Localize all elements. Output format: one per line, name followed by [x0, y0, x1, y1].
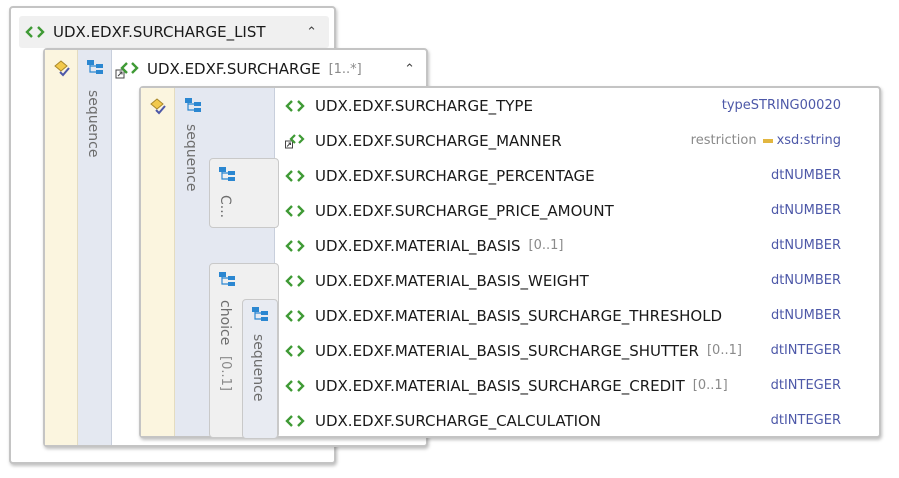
collapse-icon[interactable]: ⌃: [404, 62, 415, 77]
element-icon: [285, 169, 305, 182]
element-name: UDX.EDXF.SURCHARGE_MANNER: [315, 131, 562, 150]
element-icon: [285, 204, 305, 217]
element-name: UDX.EDXF.MATERIAL_BASIS_SURCHARGE_CREDIT: [315, 376, 685, 395]
element-name: UDX.EDXF.MATERIAL_BASIS: [315, 236, 521, 255]
attributes-icon: [54, 60, 70, 77]
element-name: UDX.EDXF.MATERIAL_BASIS_SURCHARGE_THRESH…: [315, 306, 723, 325]
element-row[interactable]: UDX.EDXF.SURCHARGE_TYPE typeSTRING00020: [277, 88, 879, 123]
element-list: UDX.EDXF.SURCHARGE_TYPE typeSTRING00020 UD…: [277, 88, 879, 436]
collapse-icon[interactable]: ⌃: [306, 25, 317, 40]
element-multiplicity: [0..1]: [706, 343, 742, 358]
element-type: dtNUMBER: [771, 238, 841, 253]
element-type: dtNUMBER: [771, 273, 841, 288]
element-name: UDX.EDXF.MATERIAL_BASIS_SURCHARGE_SHUTTE…: [315, 341, 699, 360]
sequence-column-inner: sequence C... choice [0..1] sequence: [175, 88, 279, 439]
element-icon: [285, 344, 305, 357]
choice-box[interactable]: choice [0..1] sequence: [209, 263, 279, 439]
sequence-column: sequence: [78, 50, 112, 445]
element-name: UDX.EDXF.MATERIAL_BASIS_WEIGHT: [315, 271, 589, 290]
surcharge-header[interactable]: UDX.EDXF.SURCHARGE [1..*] ⌃: [115, 54, 423, 84]
sequence-icon: [252, 307, 268, 321]
type-name: dtINTEGER: [770, 413, 841, 428]
element-icon: [285, 379, 305, 392]
element-row[interactable]: UDX.EDXF.MATERIAL_BASIS [0..1] dtNUMBER: [277, 228, 879, 263]
element-icon: [285, 99, 305, 112]
choice-icon: [219, 167, 235, 181]
element-type: restriction xsd:string: [691, 133, 841, 148]
choice-abbrev-label: C...: [217, 195, 233, 219]
element-name: UDX.EDXF.SURCHARGE_TYPE: [315, 96, 533, 115]
element-type: dtINTEGER: [771, 343, 841, 358]
type-name: dtNUMBER: [771, 203, 841, 218]
restriction-element-icon: [285, 133, 305, 148]
element-row[interactable]: UDX.EDXF.MATERIAL_BASIS_SURCHARGE_SHUTTE…: [277, 333, 879, 368]
sequence-label: sequence: [85, 90, 101, 158]
type-prefix: restriction: [690, 133, 757, 148]
choice-text: choice: [217, 300, 233, 346]
element-type: typeSTRING00020: [722, 98, 841, 113]
element-name: UDX.EDXF.SURCHARGE_PRICE_AMOUNT: [315, 201, 614, 220]
surcharge-list-title: UDX.EDXF.SURCHARGE_LIST: [53, 23, 266, 41]
surcharge-title: UDX.EDXF.SURCHARGE: [147, 60, 321, 78]
element-icon: [285, 239, 305, 252]
choice-sequence-box[interactable]: sequence: [242, 299, 278, 439]
element-type: dtNUMBER: [771, 308, 841, 323]
element-row[interactable]: UDX.EDXF.SURCHARGE_PRICE_AMOUNT dtNUMBER: [277, 193, 879, 228]
element-multiplicity: [0..1]: [692, 378, 728, 393]
attributes-column-inner: [141, 88, 175, 436]
element-row[interactable]: UDX.EDXF.MATERIAL_BASIS_WEIGHT dtNUMBER: [277, 263, 879, 298]
collapsed-choice-box[interactable]: C...: [209, 158, 279, 228]
restriction-marker-icon: [762, 138, 773, 143]
element-icon: [285, 414, 305, 427]
type-name: dtNUMBER: [771, 168, 841, 183]
element-type: dtNUMBER: [771, 203, 841, 218]
element-icon: [285, 274, 305, 287]
element-icon: [25, 26, 45, 38]
attributes-column: [45, 50, 78, 445]
element-row[interactable]: UDX.EDXF.SURCHARGE_MANNER restriction xsd:…: [277, 123, 879, 158]
element-type: dtNUMBER: [771, 168, 841, 183]
attributes-icon: [150, 98, 166, 115]
element-type: dtINTEGER: [771, 413, 841, 428]
type-name: dtINTEGER: [770, 378, 841, 393]
element-row[interactable]: UDX.EDXF.SURCHARGE_CALCULATION dtINTEGER: [277, 403, 879, 438]
element-reference-icon: [115, 62, 139, 79]
type-name: xsd:string: [776, 133, 841, 148]
complex-type-panel: sequence C... choice [0..1] sequence UDX…: [139, 86, 881, 439]
sequence-icon: [185, 98, 201, 112]
element-row[interactable]: UDX.EDXF.MATERIAL_BASIS_SURCHARGE_THRESH…: [277, 298, 879, 333]
element-row[interactable]: UDX.EDXF.SURCHARGE_PERCENTAGE dtNUMBER: [277, 158, 879, 193]
element-icon: [285, 309, 305, 322]
choice-sequence-label: sequence: [250, 334, 266, 402]
type-name: typeSTRING00020: [721, 98, 841, 113]
choice-label: choice [0..1]: [217, 300, 233, 391]
element-row[interactable]: UDX.EDXF.MATERIAL_BASIS_SURCHARGE_CREDIT…: [277, 368, 879, 403]
choice-multiplicity: [0..1]: [218, 355, 233, 391]
type-name: dtNUMBER: [771, 308, 841, 323]
element-type: dtINTEGER: [771, 378, 841, 393]
surcharge-list-header[interactable]: UDX.EDXF.SURCHARGE_LIST ⌃: [19, 16, 329, 48]
type-name: dtINTEGER: [770, 343, 841, 358]
sequence-label: sequence: [183, 124, 199, 192]
element-name: UDX.EDXF.SURCHARGE_PERCENTAGE: [315, 166, 595, 185]
type-name: dtNUMBER: [771, 238, 841, 253]
element-name: UDX.EDXF.SURCHARGE_CALCULATION: [315, 411, 602, 430]
sequence-icon: [87, 60, 103, 74]
type-name: dtNUMBER: [771, 273, 841, 288]
element-multiplicity: [0..1]: [528, 238, 564, 253]
surcharge-multiplicity: [1..*]: [328, 61, 362, 77]
choice-icon: [219, 272, 235, 286]
